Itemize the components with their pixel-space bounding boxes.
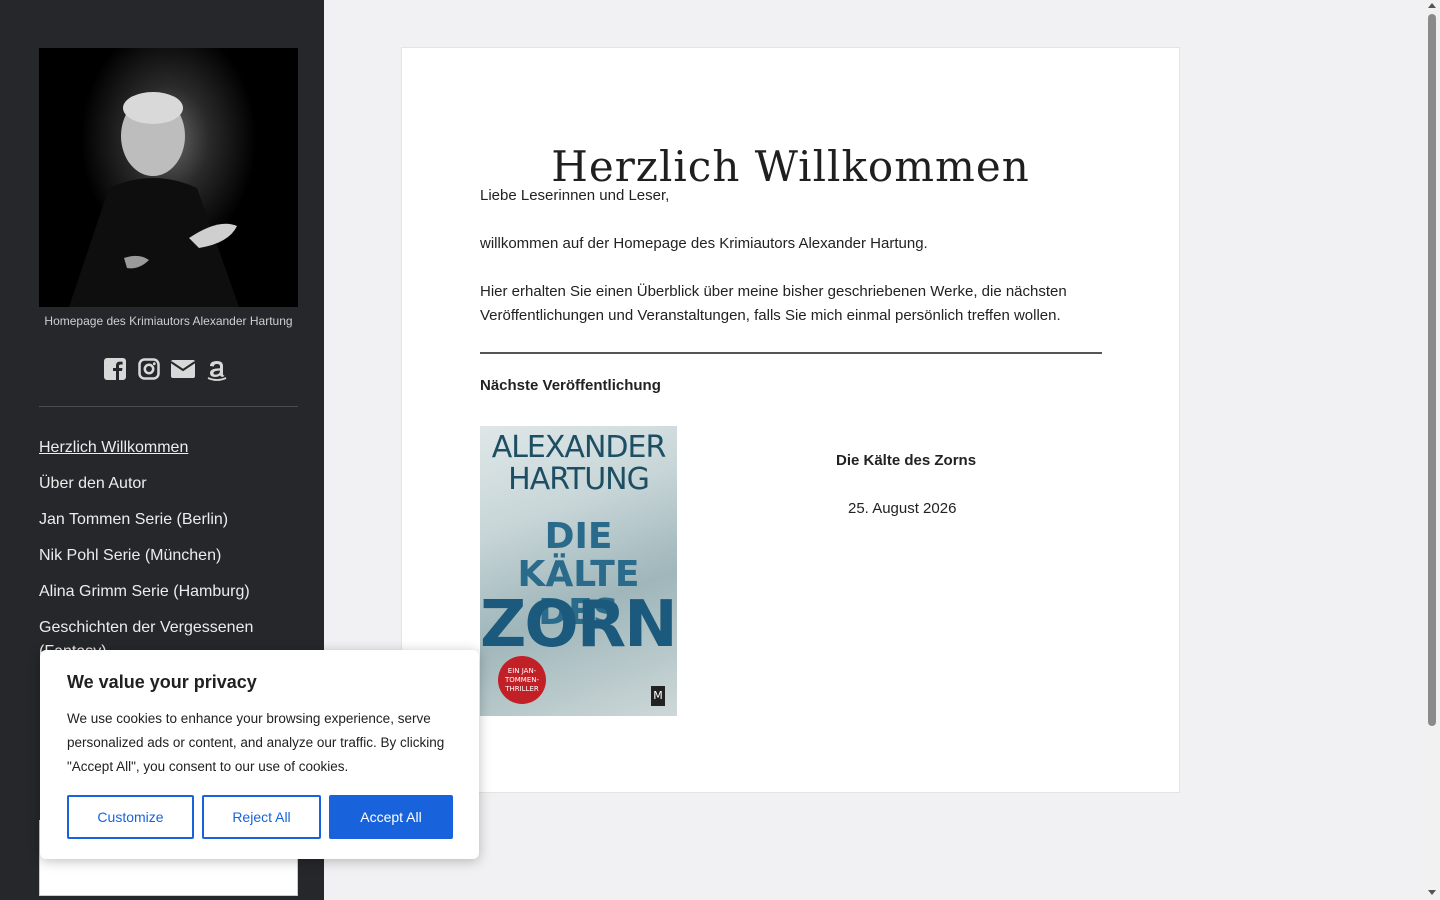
book-cover-image[interactable]: ALEXANDER HARTUNG DIE KÄLTE DES ZORNS EI… — [480, 426, 677, 716]
scroll-up-arrow-icon[interactable] — [1428, 3, 1436, 8]
cover-title-main: ZORNS — [480, 588, 677, 662]
greeting-text: Liebe Leserinnen und Leser, — [480, 187, 670, 204]
site-tagline: Homepage des Krimiautors Alexander Hartu… — [44, 314, 293, 328]
cookie-consent-banner: We value your privacy We use cookies to … — [40, 650, 479, 859]
social-links — [103, 356, 229, 382]
facebook-icon[interactable] — [103, 356, 127, 382]
nav-item-ueber-den-autor[interactable]: Über den Autor — [39, 472, 298, 496]
sidebar-nav: Herzlich Willkommen Über den Autor Jan T… — [39, 436, 298, 676]
next-release-heading: Nächste Veröffentlichung — [480, 377, 661, 394]
welcome-text: willkommen auf der Homepage des Krimiaut… — [480, 235, 928, 252]
intro-text: Hier erhalten Sie einen Überblick über m… — [480, 283, 1067, 324]
sidebar-divider — [39, 406, 298, 407]
cover-author: ALEXANDER HARTUNG — [491, 430, 667, 497]
cookie-text: We use cookies to enhance your browsing … — [67, 711, 445, 774]
amazon-icon[interactable] — [205, 356, 229, 382]
page-scrollbar[interactable] — [1425, 0, 1440, 900]
scrollbar-thumb[interactable] — [1428, 14, 1436, 726]
cookie-title: We value your privacy — [67, 672, 257, 692]
email-icon[interactable] — [171, 356, 195, 382]
customize-button[interactable]: Customize — [67, 795, 194, 839]
reject-all-button[interactable]: Reject All — [202, 795, 321, 839]
book-release-date: 25. August 2026 — [848, 500, 957, 517]
book-title: Die Kälte des Zorns — [836, 452, 977, 469]
content-separator — [480, 352, 1102, 354]
nav-item-jan-tommen-serie[interactable]: Jan Tommen Serie (Berlin) — [39, 508, 298, 532]
author-photo — [39, 48, 298, 307]
nav-item-herzlich-willkommen[interactable]: Herzlich Willkommen — [39, 436, 298, 460]
content-card: Herzlich Willkommen Liebe Leserinnen und… — [401, 47, 1180, 793]
instagram-icon[interactable] — [137, 356, 161, 382]
accept-all-button[interactable]: Accept All — [329, 795, 453, 839]
cover-seal-text: EIN JAN-TOMMEN-THRILLER — [504, 666, 540, 693]
nav-item-nik-pohl-serie[interactable]: Nik Pohl Serie (München) — [39, 544, 298, 568]
nav-item-alina-grimm-serie[interactable]: Alina Grimm Serie (Hamburg) — [39, 580, 298, 604]
scroll-down-arrow-icon[interactable] — [1428, 890, 1436, 895]
publisher-logo: M — [651, 686, 665, 706]
cover-seal: EIN JAN-TOMMEN-THRILLER — [498, 656, 546, 704]
